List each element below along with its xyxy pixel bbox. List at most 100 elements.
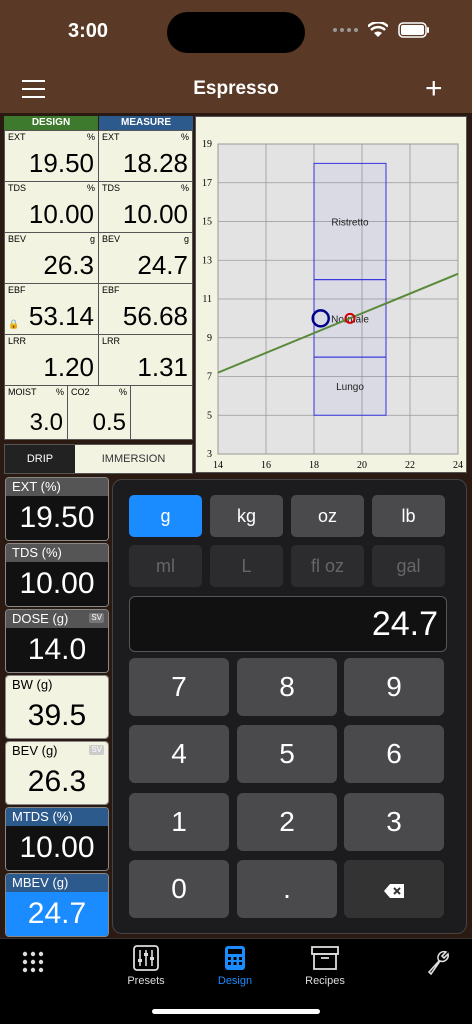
brew-mode-toggle: DRIP IMMERSION — [4, 444, 193, 474]
status-bar: 3:00 — [0, 0, 472, 68]
cell-value: 0.5 — [92, 409, 126, 436]
cell-empty — [130, 385, 193, 440]
region-label: Ristretto — [331, 218, 369, 229]
cell-label: EBF — [102, 285, 120, 295]
sv-tag: SV — [89, 745, 104, 755]
cell-tds-design[interactable]: TDS% 10.00 — [4, 181, 99, 233]
wrench-icon[interactable] — [426, 949, 450, 980]
stat-label-text: DOSE (g) — [12, 611, 69, 626]
toggle-drip[interactable]: DRIP — [5, 445, 75, 473]
stat-bev[interactable]: BEV (g) SV 26.3 — [5, 741, 109, 805]
stat-label: DOSE (g) SV — [6, 610, 108, 628]
y-tick-label: 15 — [202, 217, 212, 228]
cell-label: EXT — [8, 132, 26, 142]
cell-label: BEV — [102, 234, 121, 244]
key-decimal[interactable]: . — [237, 860, 337, 918]
stat-value: 19.50 — [6, 496, 108, 540]
cell-tds-measure[interactable]: TDS% 10.00 — [98, 181, 193, 233]
cell-ext-measure[interactable]: EXT% 18.28 — [98, 130, 193, 182]
stat-dose[interactable]: DOSE (g) SV 14.0 — [5, 609, 109, 673]
key-6[interactable]: 6 — [344, 725, 444, 783]
stat-value: 24.7 — [6, 892, 108, 936]
calculator-icon — [225, 946, 245, 970]
stat-mtds[interactable]: MTDS (%) 10.00 — [5, 807, 109, 871]
y-tick-label: 17 — [202, 178, 212, 189]
region-label: Lungo — [336, 382, 364, 393]
cell-label: BEV — [8, 234, 27, 244]
stat-value: 10.00 — [6, 562, 108, 606]
add-icon[interactable]: + — [425, 74, 443, 104]
unit-oz[interactable]: oz — [291, 495, 364, 537]
cell-label: LRR — [8, 336, 27, 346]
cell-moist[interactable]: MOIST% 3.0 — [4, 385, 68, 440]
design-header: DESIGN — [4, 116, 98, 130]
cell-value: 18.28 — [122, 148, 188, 178]
tab-label: Presets — [127, 975, 165, 987]
cell-value: 10.00 — [122, 199, 188, 229]
grid-menu-icon[interactable] — [22, 951, 44, 973]
signal-icon — [333, 28, 358, 32]
battery-icon — [398, 22, 429, 38]
stat-label: MTDS (%) — [6, 808, 108, 826]
stat-tds[interactable]: TDS (%) 10.00 — [5, 543, 109, 607]
unit-ml: ml — [129, 545, 202, 587]
unit-g[interactable]: g — [129, 495, 202, 537]
stat-ext[interactable]: EXT (%) 19.50 — [5, 477, 109, 541]
cell-value: 24.7 — [137, 250, 188, 280]
unit-lb[interactable]: lb — [372, 495, 445, 537]
y-tick-label: 5 — [207, 410, 212, 421]
cell-bev-measure[interactable]: BEV g 24.7 — [98, 232, 193, 284]
stat-label: TDS (%) — [6, 544, 108, 562]
cell-label: CO2 — [71, 387, 90, 397]
key-3[interactable]: 3 — [344, 793, 444, 851]
sliders-icon — [133, 945, 159, 971]
key-7[interactable]: 7 — [129, 658, 229, 716]
key-0[interactable]: 0 — [129, 860, 229, 918]
cell-value: 56.68 — [122, 301, 188, 331]
cell-lrr-design[interactable]: LRR 1.20 — [4, 334, 99, 386]
tab-design[interactable]: Design — [195, 945, 275, 987]
stat-bw[interactable]: BW (g) 39.5 — [5, 675, 109, 739]
tab-presets[interactable]: Presets — [106, 945, 186, 987]
cell-value: 19.50 — [28, 148, 94, 178]
cell-label: EBF — [8, 285, 26, 295]
home-indicator — [152, 1009, 320, 1014]
key-4[interactable]: 4 — [129, 725, 229, 783]
page-title: Espresso — [193, 78, 279, 99]
key-1[interactable]: 1 — [129, 793, 229, 851]
tab-label: Recipes — [305, 975, 345, 987]
dynamic-island — [167, 12, 305, 53]
cell-value: 53.14 — [28, 301, 94, 331]
x-tick-label: 14 — [213, 460, 223, 471]
cell-unit: % — [86, 132, 95, 142]
cell-unit: g — [89, 234, 95, 244]
backspace-key[interactable] — [344, 860, 444, 918]
cell-unit: % — [86, 183, 95, 193]
sv-tag: SV — [89, 613, 104, 623]
tab-label: Design — [217, 975, 253, 987]
cell-ebf-measure[interactable]: EBF 56.68 — [98, 283, 193, 335]
cell-unit: % — [55, 387, 64, 397]
y-tick-label: 9 — [207, 333, 212, 344]
cell-co2[interactable]: CO2% 0.5 — [67, 385, 131, 440]
cell-ext-design[interactable]: EXT% 19.50 — [4, 130, 99, 182]
key-2[interactable]: 2 — [237, 793, 337, 851]
cell-ebf-design[interactable]: EBF 🔒 53.14 — [4, 283, 99, 335]
unit-gal: gal — [372, 545, 445, 587]
key-9[interactable]: 9 — [344, 658, 444, 716]
toggle-immersion[interactable]: IMMERSION — [75, 445, 192, 473]
cell-lrr-measure[interactable]: LRR 1.31 — [98, 334, 193, 386]
stat-mbev[interactable]: MBEV (g) 24.7 — [5, 873, 109, 937]
brew-grid: DESIGN MEASURE EXT% 19.50 EXT% 18.28 TDS% 1… — [4, 116, 193, 456]
stat-label: BEV (g) SV — [6, 742, 108, 760]
lock-icon: 🔒 — [8, 319, 20, 329]
key-8[interactable]: 8 — [237, 658, 337, 716]
tab-recipes[interactable]: Recipes — [285, 945, 365, 987]
cell-value: 3.0 — [29, 409, 63, 436]
cell-bev-design[interactable]: BEV g 26.3 — [4, 232, 99, 284]
cell-value: 1.20 — [43, 352, 94, 382]
unit-kg[interactable]: kg — [210, 495, 283, 537]
status-icons — [333, 22, 430, 38]
key-5[interactable]: 5 — [237, 725, 337, 783]
cell-value: 1.31 — [137, 352, 188, 382]
